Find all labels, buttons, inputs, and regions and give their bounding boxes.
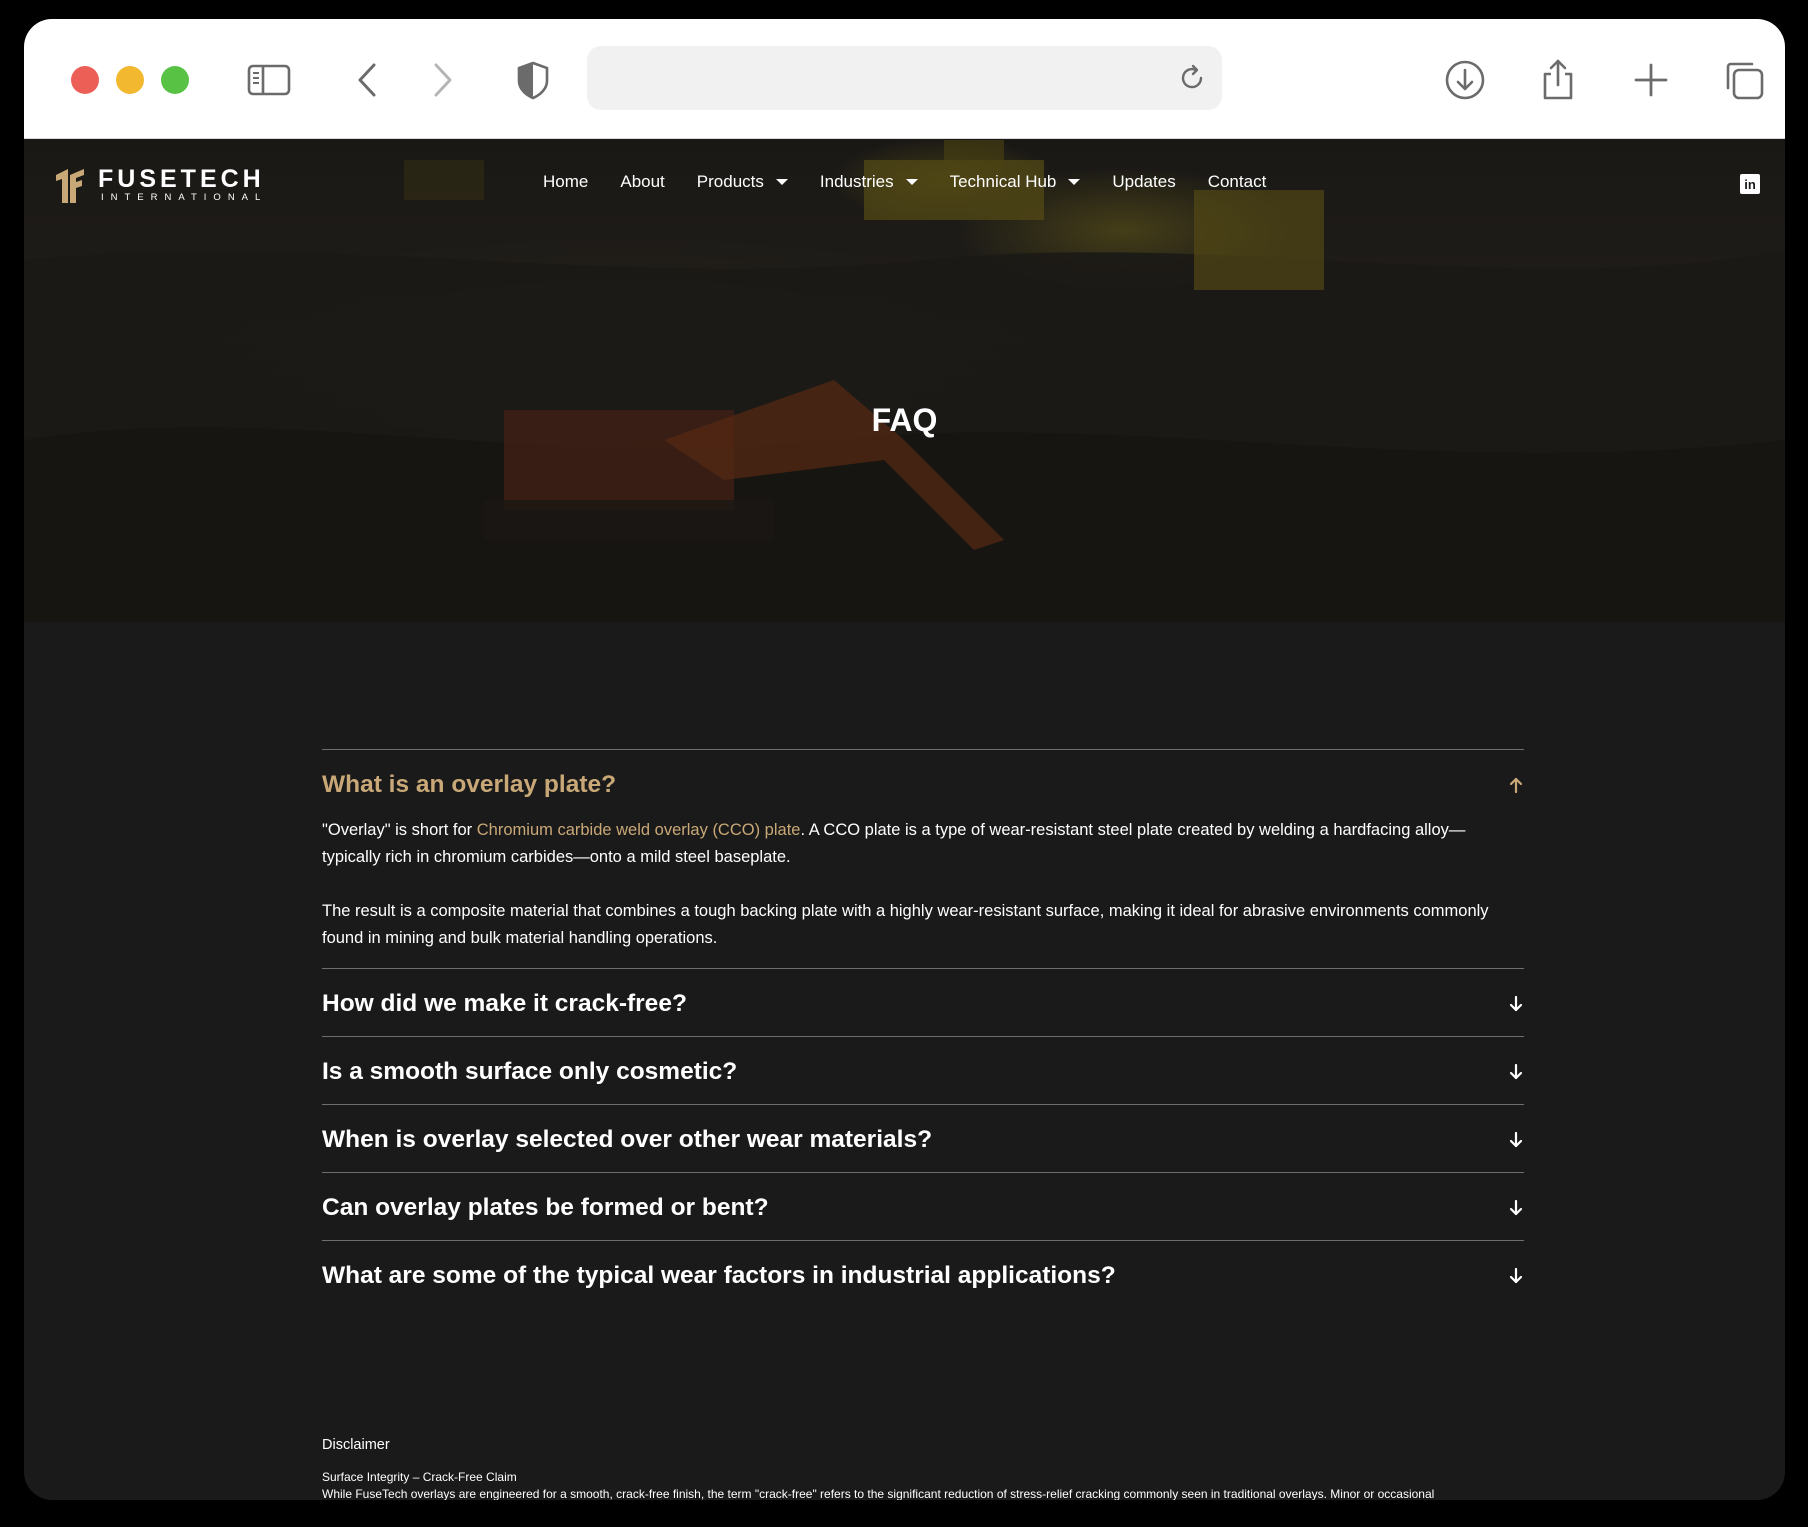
maximize-window-button[interactable] [161, 66, 189, 94]
faq-question-toggle[interactable]: When is overlay selected over other wear… [322, 1105, 1524, 1172]
nav-about[interactable]: About [620, 170, 664, 194]
minimize-window-button[interactable] [116, 66, 144, 94]
nav-about-label: About [620, 172, 665, 191]
tab-overview-icon[interactable] [1721, 57, 1767, 103]
logo-subtitle: INTERNATIONAL [101, 192, 268, 203]
arrow-down-icon [1509, 1199, 1523, 1215]
faq-question-toggle[interactable]: What is an overlay plate? [322, 750, 1524, 817]
faq-question-toggle[interactable]: Is a smooth surface only cosmetic? [322, 1037, 1524, 1104]
faq-question-toggle[interactable]: How did we make it crack-free? [322, 969, 1524, 1036]
nav-industries[interactable]: Industries [820, 170, 918, 194]
new-tab-icon[interactable] [1628, 57, 1674, 103]
address-bar[interactable] [587, 46, 1222, 110]
faq-question-toggle[interactable]: What are some of the typical wear factor… [322, 1241, 1524, 1308]
nav-products[interactable]: Products [697, 170, 788, 194]
browser-toolbar [24, 19, 1785, 139]
nav-home-label: Home [543, 172, 589, 191]
faq-question-toggle[interactable]: Can overlay plates be formed or bent? [322, 1173, 1524, 1240]
nav-products-label: Products [696, 172, 764, 191]
nav-contact[interactable]: Contact [1208, 170, 1267, 194]
disclaimer-section: Disclaimer Surface Integrity – Crack-Fre… [322, 1437, 1524, 1500]
arrow-down-icon [1509, 995, 1523, 1011]
faq-item: How did we make it crack-free? [322, 968, 1524, 1036]
main-nav: Home About Products Industries Technical… [543, 170, 1298, 194]
fusetech-logo[interactable]: FUSETECH INTERNATIONAL [54, 166, 267, 204]
faq-item: Is a smooth surface only cosmetic? [322, 1036, 1524, 1104]
faq-question: How did we make it crack-free? [322, 989, 687, 1017]
browser-window: FUSETECH INTERNATIONAL Home About Produc… [24, 19, 1785, 1500]
faq-answer-paragraph: "Overlay" is short for Chromium carbide … [322, 817, 1524, 871]
arrow-up-icon [1509, 777, 1523, 793]
sidebar-toggle-icon[interactable] [246, 57, 292, 103]
nav-updates-label: Updates [1112, 172, 1176, 191]
faq-question: What are some of the typical wear factor… [322, 1261, 1116, 1289]
forward-icon[interactable] [418, 57, 464, 103]
arrow-down-icon [1509, 1063, 1523, 1079]
faq-question: Can overlay plates be formed or bent? [322, 1193, 769, 1221]
faq-item: What is an overlay plate? "Overlay" is s… [322, 749, 1524, 968]
faq-question: What is an overlay plate? [322, 770, 617, 798]
faq-answer-paragraph: The result is a composite material that … [322, 902, 1489, 947]
nav-home[interactable]: Home [543, 170, 588, 194]
fusetech-logo-mark-icon [56, 169, 84, 203]
faq-item: What are some of the typical wear factor… [322, 1240, 1524, 1308]
arrow-down-icon [1509, 1131, 1523, 1147]
close-window-button[interactable] [71, 66, 99, 94]
disclaimer-body: While FuseTech overlays are engineered f… [322, 1487, 1435, 1500]
faq-question: Is a smooth surface only cosmetic? [322, 1057, 738, 1085]
nav-updates[interactable]: Updates [1112, 170, 1175, 194]
answer-text: "Overlay" is short for [322, 821, 477, 839]
faq-answer: "Overlay" is short for Chromium carbide … [322, 817, 1524, 968]
caret-down-icon [775, 179, 788, 185]
linkedin-icon[interactable]: in [1740, 174, 1760, 194]
site-header: FUSETECH INTERNATIONAL Home About Produc… [24, 140, 1785, 230]
privacy-shield-icon[interactable] [510, 57, 556, 103]
faq-item: When is overlay selected over other wear… [322, 1104, 1524, 1172]
disclaimer-heading: Disclaimer [322, 1437, 390, 1453]
nav-technical-hub[interactable]: Technical Hub [950, 170, 1081, 194]
reload-icon[interactable] [1174, 60, 1210, 96]
downloads-icon[interactable] [1442, 57, 1488, 103]
faq-question: When is overlay selected over other wear… [322, 1125, 933, 1153]
page-title: FAQ [871, 402, 938, 438]
nav-contact-label: Contact [1207, 172, 1267, 191]
back-icon[interactable] [346, 57, 392, 103]
arrow-down-icon [1509, 1267, 1523, 1283]
faq-item: Can overlay plates be formed or bent? [322, 1172, 1524, 1240]
cco-plate-link[interactable]: Chromium carbide weld overlay (CCO) plat… [477, 821, 801, 839]
caret-down-icon [1068, 179, 1081, 185]
faq-accordion: What is an overlay plate? "Overlay" is s… [322, 749, 1524, 1308]
nav-technical-hub-label: Technical Hub [949, 172, 1057, 191]
nav-industries-label: Industries [819, 172, 894, 191]
disclaimer-title: Surface Integrity – Crack-Free Claim [322, 1470, 517, 1484]
caret-down-icon [905, 179, 918, 185]
share-icon[interactable] [1535, 57, 1581, 103]
logo-name: FUSETECH [98, 165, 265, 193]
